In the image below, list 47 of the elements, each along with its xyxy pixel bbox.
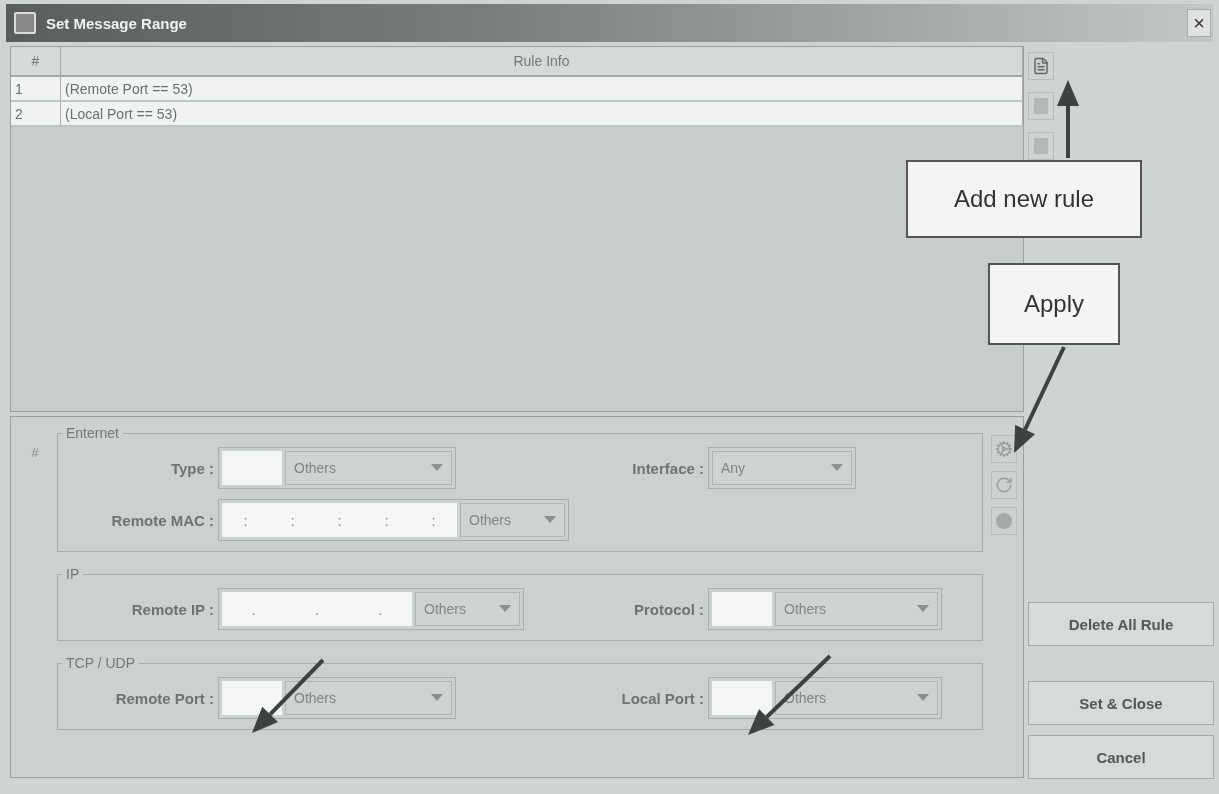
field-label: Protocol : bbox=[633, 600, 705, 618]
caret-icon bbox=[431, 694, 443, 702]
redo-button[interactable] bbox=[991, 471, 1017, 499]
field-label: Interface : bbox=[631, 459, 705, 477]
square-icon bbox=[1034, 138, 1048, 154]
caret-icon bbox=[831, 464, 843, 472]
app-icon bbox=[14, 12, 36, 34]
field-label: Local Port : bbox=[620, 689, 705, 707]
circle-icon bbox=[996, 513, 1012, 529]
table-cell: (Remote Port == 53) bbox=[61, 77, 1023, 100]
table-cell: 1 bbox=[11, 77, 61, 100]
caret-icon bbox=[431, 464, 443, 472]
delete-rule-button[interactable] bbox=[1028, 132, 1054, 160]
row-marker: # bbox=[30, 444, 40, 462]
field-label: Remote MAC : bbox=[110, 511, 215, 529]
group-title: TCP / UDP bbox=[65, 655, 136, 671]
input-field[interactable] bbox=[222, 451, 282, 485]
field-label: Remote Port : bbox=[114, 689, 215, 707]
input-field[interactable] bbox=[712, 592, 772, 626]
input-field[interactable] bbox=[222, 681, 282, 715]
column-header[interactable]: # bbox=[11, 47, 61, 75]
square-icon bbox=[1034, 98, 1048, 114]
field-label: Type : bbox=[169, 459, 215, 477]
callout-label: Apply bbox=[988, 263, 1120, 345]
table-cell: 2 bbox=[11, 102, 61, 125]
action-button[interactable]: Cancel bbox=[1028, 735, 1214, 779]
caret-icon bbox=[544, 516, 556, 524]
callout-label: Add new rule bbox=[906, 160, 1142, 238]
caret-icon bbox=[917, 605, 929, 613]
window-title: Set Message Range bbox=[46, 14, 188, 32]
caret-icon bbox=[499, 605, 511, 613]
action-button[interactable]: Delete All Rule bbox=[1028, 602, 1214, 646]
new-rule-button[interactable] bbox=[1028, 52, 1054, 80]
group-title: IP bbox=[65, 566, 81, 582]
table-cell: (Local Port == 53) bbox=[61, 102, 1023, 125]
document-icon bbox=[1032, 57, 1050, 75]
stop-button[interactable] bbox=[991, 507, 1017, 535]
column-header[interactable]: Rule Info bbox=[61, 47, 1023, 75]
action-button[interactable]: Set & Close bbox=[1028, 681, 1214, 725]
gear-icon bbox=[995, 440, 1013, 458]
caret-icon bbox=[917, 694, 929, 702]
input-field[interactable] bbox=[712, 681, 772, 715]
field-label: Remote IP : bbox=[130, 600, 215, 618]
group-title: Enternet bbox=[65, 425, 120, 441]
close-button[interactable]: × bbox=[1187, 9, 1211, 37]
redo-icon bbox=[995, 476, 1013, 494]
edit-rule-button[interactable] bbox=[1028, 92, 1054, 120]
